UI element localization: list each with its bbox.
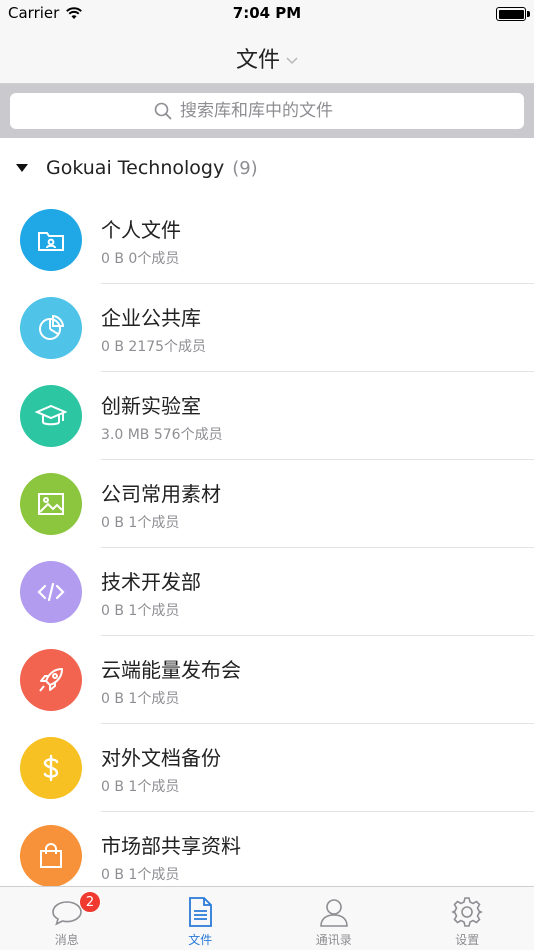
library-row[interactable]: 企业公共库 0 B 2175个成员 [0, 284, 534, 372]
library-meta: 0 B 1个成员 [101, 779, 180, 795]
search-box[interactable] [10, 93, 524, 129]
image-icon [38, 493, 64, 515]
library-title: 云端能量发布会 [101, 658, 241, 682]
document-icon [189, 897, 213, 927]
group-name: Gokuai Technology [46, 157, 225, 179]
status-bar: Carrier 7:04 PM [0, 0, 534, 28]
chevron-down-icon [286, 57, 298, 65]
library-list: 个人文件 0 B 0个成员 企业公共库 0 B 2175个成员 创新实验室 3.… [0, 196, 534, 900]
unread-badge: 2 [79, 891, 101, 913]
library-icon-circle [20, 297, 82, 359]
group-count: (9) [232, 157, 258, 179]
gear-icon [451, 897, 484, 927]
search-input[interactable] [180, 101, 380, 121]
library-title: 市场部共享资料 [101, 834, 241, 858]
library-row[interactable]: 技术开发部 0 B 1个成员 [0, 548, 534, 636]
graduation-cap-icon [35, 404, 67, 426]
library-title: 对外文档备份 [101, 746, 221, 770]
library-icon-circle [20, 561, 82, 623]
library-row[interactable]: 公司常用素材 0 B 1个成员 [0, 460, 534, 548]
person-icon [319, 899, 348, 927]
library-icon-circle [20, 649, 82, 711]
search-bar [0, 84, 534, 138]
library-meta: 3.0 MB 576个成员 [101, 427, 223, 443]
dollar-icon [43, 754, 59, 782]
library-row[interactable]: 创新实验室 3.0 MB 576个成员 [0, 372, 534, 460]
nav-title-dropdown[interactable]: 文件 [0, 42, 534, 74]
tab-bar: 2 消息 文件 通讯录 设置 [0, 886, 534, 950]
library-icon-circle [20, 385, 82, 447]
library-meta: 0 B 1个成员 [101, 867, 180, 883]
library-row[interactable]: 个人文件 0 B 0个成员 [0, 196, 534, 284]
tab-label: 设置 [455, 933, 480, 947]
tab-files[interactable]: 文件 [134, 887, 268, 950]
library-icon-circle [20, 473, 82, 535]
library-title: 个人文件 [101, 218, 181, 242]
library-title: 技术开发部 [101, 570, 201, 594]
library-row[interactable]: 对外文档备份 0 B 1个成员 [0, 724, 534, 812]
tab-messages[interactable]: 2 消息 [0, 887, 134, 950]
navigation-bar: 文件 [0, 28, 534, 84]
library-meta: 0 B 1个成员 [101, 691, 180, 707]
library-icon-circle [20, 737, 82, 799]
tab-label: 通讯录 [315, 933, 352, 947]
library-meta: 0 B 2175个成员 [101, 339, 207, 355]
library-title: 企业公共库 [101, 306, 201, 330]
collapse-triangle-icon [16, 164, 28, 172]
library-icon-circle [20, 825, 82, 887]
library-title: 公司常用素材 [101, 482, 221, 506]
library-title: 创新实验室 [101, 394, 201, 418]
search-icon [154, 102, 172, 120]
page-title: 文件 [235, 48, 280, 73]
battery-icon [496, 7, 530, 21]
library-row[interactable]: 云端能量发布会 0 B 1个成员 [0, 636, 534, 724]
tab-label: 消息 [54, 933, 79, 947]
shopping-bag-icon [40, 843, 62, 868]
group-header[interactable]: Gokuai Technology (9) [0, 140, 534, 196]
status-time: 7:04 PM [232, 4, 302, 22]
library-meta: 0 B 1个成员 [101, 603, 180, 619]
user-folder-icon [38, 232, 64, 251]
rocket-icon [39, 668, 63, 692]
tab-label: 文件 [188, 933, 213, 947]
tab-contacts[interactable]: 通讯录 [267, 887, 401, 950]
pie-chart-icon [39, 314, 65, 340]
library-meta: 0 B 1个成员 [101, 515, 180, 531]
tab-settings[interactable]: 设置 [401, 887, 534, 950]
library-meta: 0 B 0个成员 [101, 251, 180, 267]
code-icon [37, 582, 65, 602]
library-icon-circle [20, 209, 82, 271]
